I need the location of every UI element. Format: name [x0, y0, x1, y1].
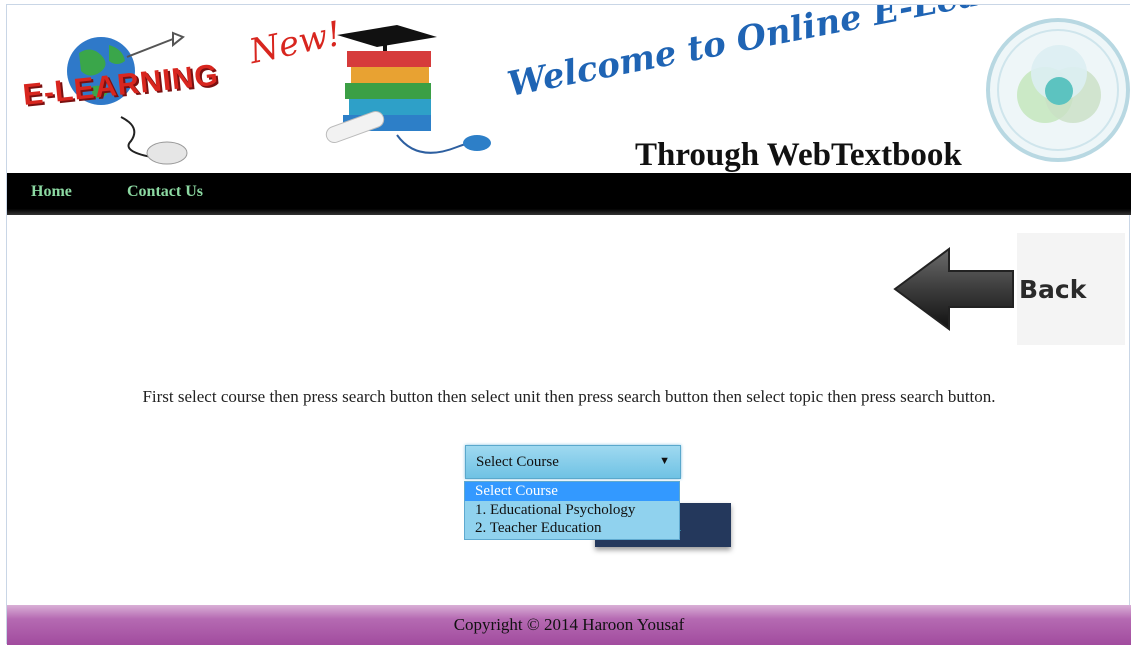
- course-select-value: Select Course: [476, 454, 559, 470]
- chevron-down-icon: ▼: [659, 455, 670, 467]
- nav-home-link[interactable]: Home: [31, 183, 72, 201]
- course-options-list: Select Course 1. Educational Psychology …: [464, 481, 680, 540]
- course-option[interactable]: 1. Educational Psychology: [465, 501, 679, 520]
- nav-bar: Home Contact Us: [7, 173, 1131, 215]
- subtitle-heading: Through WebTextbook: [635, 137, 962, 173]
- blended-learning-venn-icon: [986, 18, 1130, 162]
- footer-copyright: Copyright © 2014 Haroon Yousaf: [453, 615, 685, 634]
- footer: Copyright © 2014 Haroon Yousaf: [7, 605, 1131, 645]
- instructions-text: First select course then press search bu…: [142, 387, 996, 406]
- course-option[interactable]: 2. Teacher Education: [465, 519, 679, 538]
- nav-contact-us-link[interactable]: Contact Us: [127, 183, 203, 201]
- course-select[interactable]: Select Course ▼: [465, 445, 681, 479]
- course-option[interactable]: Select Course: [465, 482, 679, 501]
- books-graduation-cap-icon: [325, 25, 491, 154]
- back-button-label[interactable]: Back: [1019, 275, 1086, 304]
- page-container: E-LEARNING New! Welcome to Online E-Lear…: [6, 4, 1131, 645]
- back-arrow-icon[interactable]: [893, 247, 1017, 331]
- header-banner: E-LEARNING New! Welcome to Online E-Lear…: [7, 5, 1131, 175]
